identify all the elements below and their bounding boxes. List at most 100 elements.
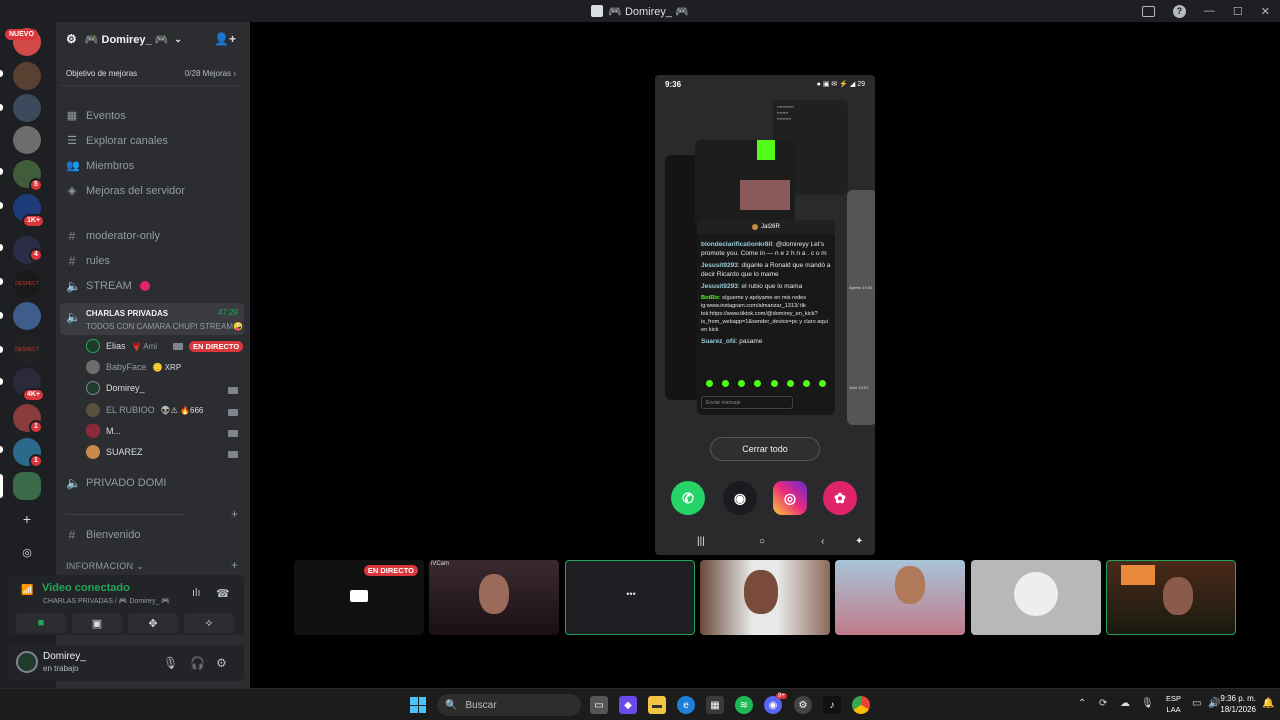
home-nav-icon[interactable]: ○	[759, 536, 765, 547]
voice-member[interactable]: BabyFace 🪙 XRP	[86, 360, 181, 374]
gallery-icon[interactable]: ✿	[823, 481, 857, 515]
channel-privado-domi[interactable]: 🔈 PRIVADO DOMI	[66, 476, 166, 490]
network-icon[interactable]: ▭	[1192, 698, 1201, 709]
connection-channel[interactable]: CHARLAS PRIVADAS / 🎮 Domirey_ 🎮	[43, 597, 170, 605]
participant-tile-screen[interactable]: EN DIRECTO	[294, 560, 424, 635]
microphone-icon[interactable]: 🎙	[163, 656, 178, 670]
server-header[interactable]: ⚙ 🎮 Domirey_ 🎮 ⌄ 👤+	[56, 22, 250, 56]
voice-member[interactable]: Domirey_	[86, 381, 145, 395]
whatsapp-icon[interactable]: ✆	[671, 481, 705, 515]
server-icon[interactable]: DESPECT	[13, 270, 41, 298]
edge-icon[interactable]: e	[677, 696, 695, 714]
discord-badge: 9+	[776, 693, 787, 699]
channel-rules[interactable]: # rules	[66, 254, 110, 268]
participant-tile-more[interactable]: •••	[565, 560, 695, 635]
participant-tile[interactable]: iVCam	[429, 560, 559, 635]
language-indicator[interactable]: ESP LAA	[1166, 693, 1181, 715]
invite-icon[interactable]: 👤+	[214, 32, 236, 46]
onedrive-icon[interactable]: ☁	[1120, 698, 1130, 709]
soundboard-button[interactable]: ✧	[184, 613, 234, 633]
shared-phone-screen[interactable]: 9:36 ● ▣ ✉ ⚡ ◢ 29 ▪▪▪▪▪▪▪▪▪▪▪▪ ▪▪▪▪▪▪▪▪ ▪▪…	[655, 75, 875, 555]
screen-share-button[interactable]: ▣	[72, 613, 122, 633]
taskbar: 🔍 Buscar ▭ ◆ ▬ e ▦ ≋ ◉ 9+ ⚙ ♪ ⌃ ⟳ ☁ 🎙 ES…	[0, 688, 1280, 720]
add-channel-icon[interactable]: +	[231, 507, 238, 521]
discord-icon[interactable]: ◉	[723, 481, 757, 515]
voice-member[interactable]: SUAREZ	[86, 445, 143, 459]
camera-icon	[173, 342, 184, 350]
participant-tile-speaking[interactable]	[1106, 560, 1236, 635]
emote-bar[interactable]	[701, 380, 831, 390]
disconnect-icon[interactable]: ☎	[216, 587, 230, 600]
add-server-icon[interactable]: +	[17, 509, 37, 529]
spotify-icon[interactable]: ≋	[735, 696, 753, 714]
boost-goal[interactable]: Objetivo de mejoras 0/28 Mejoras ›	[60, 62, 242, 86]
kick-chat-card[interactable]: Jal26R blondeclarificationkr8il: @domire…	[697, 220, 835, 415]
channel-stream[interactable]: 🔈 STREAM	[66, 279, 150, 293]
voice-member[interactable]: M...	[86, 424, 121, 438]
window-title: 🎮 Domirey_ 🎮	[608, 5, 689, 18]
channel-bienvenido[interactable]: # Bienvenido	[66, 528, 141, 542]
camera-toggle-button[interactable]: ■	[16, 613, 66, 633]
inbox-icon[interactable]	[1141, 5, 1155, 17]
close-button[interactable]: ✕	[1261, 5, 1270, 18]
minimize-button[interactable]: —	[1204, 5, 1215, 17]
voice-member[interactable]: Elias 🦞 Ami EN DIRECTO	[86, 339, 244, 353]
nav-server-boosts[interactable]: ◈ Mejoras del servidor	[66, 184, 185, 198]
microphone-icon[interactable]: 🎙	[1141, 698, 1154, 709]
noise-suppression-icon[interactable]: ılı	[192, 587, 201, 599]
recents-nav-icon[interactable]: |||	[697, 536, 705, 547]
app-card[interactable]	[695, 140, 795, 225]
participant-tile[interactable]	[700, 560, 830, 635]
username[interactable]: Domirey_	[43, 651, 86, 662]
server-icon[interactable]	[13, 62, 41, 90]
category-informacion[interactable]: INFORMACION ⌄	[66, 561, 144, 572]
show-hidden-icons[interactable]: ⌃	[1078, 698, 1086, 709]
speaker-icon: 🔈	[66, 310, 81, 324]
server-icon-selected[interactable]	[13, 472, 41, 500]
participant-tile-avatar[interactable]	[971, 560, 1101, 635]
participant-tile[interactable]	[835, 560, 965, 635]
gear-icon[interactable]: ⚙	[216, 656, 227, 670]
tray-app-icon[interactable]: ⟳	[1099, 698, 1107, 709]
voice-channel-active[interactable]: 🔈 CHARLAS PRIVADAS 47:29 TODOS CON CAMAR…	[60, 303, 244, 335]
hashtag-icon: #	[68, 229, 76, 243]
activities-button[interactable]: ✥	[128, 613, 178, 633]
steam-icon[interactable]: ⚙	[794, 696, 812, 714]
widgets-icon[interactable]: ◆	[619, 696, 637, 714]
close-all-button[interactable]: Cerrar todo	[710, 437, 820, 461]
file-explorer-icon[interactable]: ▬	[648, 696, 666, 714]
voice-member[interactable]: EL RUBIOO 👽⚠ 🔥666	[86, 403, 203, 417]
title-bar: 🎮 Domirey_ 🎮 ? — ☐ ✕	[0, 0, 1280, 22]
notification-icon[interactable]: 🔔	[1262, 698, 1274, 709]
person-face	[744, 570, 778, 614]
chrome-icon[interactable]	[852, 696, 870, 714]
maximize-button[interactable]: ☐	[1233, 5, 1243, 18]
help-icon[interactable]: ?	[1172, 4, 1186, 18]
server-icon[interactable]	[13, 126, 41, 154]
nav-members[interactable]: 👥 Miembros	[66, 159, 134, 173]
server-icon[interactable]	[13, 302, 41, 330]
nav-events[interactable]: ▦ Eventos	[66, 109, 126, 123]
headphones-icon[interactable]: 🎧	[190, 656, 205, 670]
server-icon[interactable]	[13, 94, 41, 122]
chat-input[interactable]: Enviar mensaje	[701, 396, 793, 409]
server-icon[interactable]: DESPECT	[13, 336, 41, 364]
tiktok-icon[interactable]: ♪	[823, 696, 841, 714]
volume-icon[interactable]: 🔊	[1208, 698, 1220, 709]
start-icon[interactable]	[410, 697, 426, 713]
chat-message: blondeclarificationkr8il: @domireyy Let'…	[701, 241, 827, 257]
clock[interactable]: 9:36 p. m. 18/1/2026	[1220, 693, 1256, 715]
avatar[interactable]	[16, 651, 38, 673]
connection-status[interactable]: Video conectado	[42, 582, 130, 594]
instagram-icon[interactable]: ◎	[773, 481, 807, 515]
nav-browse-channels[interactable]: ☰ Explorar canales	[66, 134, 168, 148]
taskbar-search[interactable]: 🔍 Buscar	[437, 694, 581, 716]
task-view-icon[interactable]: ▭	[590, 696, 608, 714]
server-settings-icon[interactable]: ⚙	[66, 32, 77, 46]
channel-moderator-only[interactable]: # moderator-only	[66, 229, 160, 243]
explore-icon[interactable]: ◎	[17, 542, 37, 562]
store-icon[interactable]: ▦	[706, 696, 724, 714]
accessibility-icon[interactable]: ✦	[855, 536, 863, 547]
add-channel-icon[interactable]: +	[231, 558, 238, 572]
back-nav-icon[interactable]: ‹	[821, 536, 824, 547]
